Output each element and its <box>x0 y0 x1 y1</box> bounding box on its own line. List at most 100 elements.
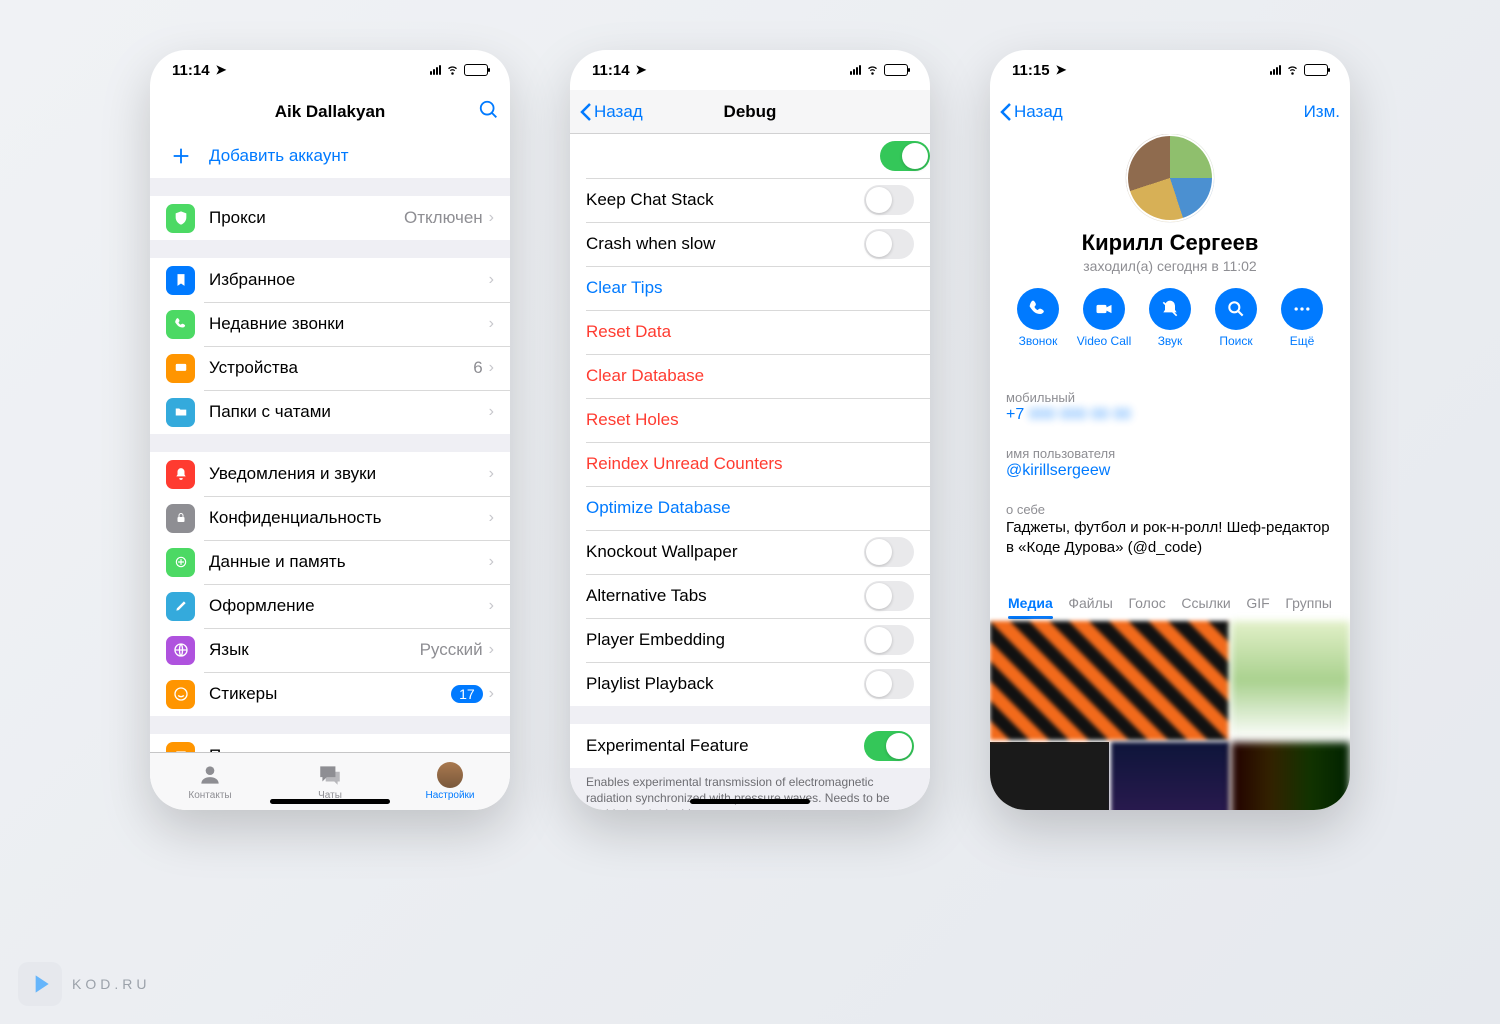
toggle-crash-slow[interactable] <box>864 229 914 259</box>
toggle-knockout[interactable] <box>864 537 914 567</box>
data-row[interactable]: Данные и память › <box>150 540 510 584</box>
privacy-label: Конфиденциальность <box>209 508 489 528</box>
tab-contacts[interactable]: Контакты <box>150 753 270 810</box>
media-thumb[interactable] <box>990 621 1229 740</box>
phone-settings: 11:14 ➤ Aik Dallakyan Добавить аккаунт Пр… <box>150 50 510 810</box>
player-embed-label: Player Embedding <box>586 630 864 650</box>
back-button[interactable]: Назад <box>1000 102 1063 122</box>
toggle-partial[interactable] <box>880 141 930 171</box>
reindex-row[interactable]: Reindex Unread Counters <box>570 442 930 486</box>
media-thumb[interactable] <box>1231 621 1350 740</box>
page-title: Aik Dallakyan <box>150 102 510 122</box>
action-mute-label: Звук <box>1158 334 1183 348</box>
recent-calls-label: Недавние звонки <box>209 314 489 334</box>
status-time: 11:14 <box>172 62 210 79</box>
chat-folders-row[interactable]: Папки с чатами › <box>150 390 510 434</box>
action-more[interactable]: Ещё <box>1272 288 1332 348</box>
media-thumb[interactable] <box>1111 742 1230 810</box>
data-label: Данные и память <box>209 552 489 572</box>
media-thumb[interactable] <box>990 742 1109 810</box>
help-label: Помощь <box>209 746 489 752</box>
clear-tips-label: Clear Tips <box>586 278 914 298</box>
battery-icon <box>884 64 908 76</box>
language-label: Язык <box>209 640 420 660</box>
favorites-row[interactable]: Избранное › <box>150 258 510 302</box>
help-row[interactable]: Помощь › <box>150 734 510 752</box>
reset-holes-row[interactable]: Reset Holes <box>570 398 930 442</box>
playlist-label: Playlist Playback <box>586 674 864 694</box>
proxy-row[interactable]: Прокси Отключен › <box>150 196 510 240</box>
back-label: Назад <box>1014 102 1063 122</box>
stickers-row[interactable]: Стикеры 17 › <box>150 672 510 716</box>
chevron-right-icon: › <box>489 553 494 571</box>
nav-header: Aik Dallakyan <box>150 90 510 134</box>
location-icon: ➤ <box>216 62 227 78</box>
bell-off-icon <box>1149 288 1191 330</box>
seg-media[interactable]: Медиа <box>1008 587 1053 619</box>
bio-value: Гаджеты, футбол и рок-н-ролл! Шеф-редакт… <box>1006 518 1334 557</box>
tab-settings[interactable]: Настройки <box>390 753 510 810</box>
reset-data-row[interactable]: Reset Data <box>570 310 930 354</box>
toggle-playlist[interactable] <box>864 669 914 699</box>
partial-row <box>570 134 930 178</box>
action-call[interactable]: Звонок <box>1008 288 1068 348</box>
add-account-row[interactable]: Добавить аккаунт <box>150 134 510 178</box>
clear-tips-row[interactable]: Clear Tips <box>570 266 930 310</box>
bio-block: о себе Гаджеты, футбол и рок-н-ролл! Шеф… <box>990 490 1350 569</box>
chevron-right-icon: › <box>489 315 494 333</box>
wifi-icon <box>445 61 460 80</box>
seg-groups[interactable]: Группы <box>1285 587 1332 619</box>
chevron-right-icon: › <box>489 509 494 527</box>
clear-db-label: Clear Database <box>586 366 914 386</box>
appearance-label: Оформление <box>209 596 489 616</box>
action-search[interactable]: Поиск <box>1206 288 1266 348</box>
language-value: Русский <box>420 640 483 660</box>
keep-chat-stack-label: Keep Chat Stack <box>586 190 864 210</box>
experimental-label: Experimental Feature <box>586 736 864 756</box>
chevron-right-icon: › <box>489 209 494 227</box>
devices-label: Устройства <box>209 358 473 378</box>
seg-voice[interactable]: Голос <box>1129 587 1166 619</box>
more-icon <box>1281 288 1323 330</box>
avatar[interactable] <box>1126 134 1214 222</box>
watermark-logo-icon <box>18 962 62 1006</box>
nav-header: Назад Debug <box>570 90 930 134</box>
action-search-label: Поиск <box>1219 334 1252 348</box>
devices-row[interactable]: Устройства 6 › <box>150 346 510 390</box>
toggle-experimental[interactable] <box>864 731 914 761</box>
chat-icon <box>166 742 195 753</box>
notifications-row[interactable]: Уведомления и звуки › <box>150 452 510 496</box>
seg-gif[interactable]: GIF <box>1246 587 1269 619</box>
toggle-alt-tabs[interactable] <box>864 581 914 611</box>
username-block[interactable]: имя пользователя @kirillsergeew <box>990 434 1350 480</box>
playlist-row: Playlist Playback <box>570 662 930 706</box>
seg-files[interactable]: Файлы <box>1068 587 1112 619</box>
optimize-row[interactable]: Optimize Database <box>570 486 930 530</box>
appearance-row[interactable]: Оформление › <box>150 584 510 628</box>
username-label: имя пользователя <box>1006 446 1334 461</box>
privacy-row[interactable]: Конфиденциальность › <box>150 496 510 540</box>
action-mute[interactable]: Звук <box>1140 288 1200 348</box>
alt-tabs-row: Alternative Tabs <box>570 574 930 618</box>
toggle-keep-chat-stack[interactable] <box>864 185 914 215</box>
mobile-block[interactable]: мобильный +7 000 000 00 00 <box>990 378 1350 424</box>
stickers-label: Стикеры <box>209 684 451 704</box>
mobile-label: мобильный <box>1006 390 1334 405</box>
edit-button[interactable]: Изм. <box>1304 102 1340 122</box>
seg-links[interactable]: Ссылки <box>1181 587 1230 619</box>
reset-data-label: Reset Data <box>586 322 914 342</box>
back-button[interactable]: Назад <box>580 102 643 122</box>
status-time: 11:15 <box>1012 62 1050 79</box>
recent-calls-row[interactable]: Недавние звонки › <box>150 302 510 346</box>
player-embed-row: Player Embedding <box>570 618 930 662</box>
toggle-player-embed[interactable] <box>864 625 914 655</box>
media-thumb[interactable] <box>1231 742 1350 810</box>
language-row[interactable]: Язык Русский › <box>150 628 510 672</box>
search-button[interactable] <box>478 99 500 126</box>
chat-folders-label: Папки с чатами <box>209 402 489 422</box>
profile-name: Кирилл Сергеев <box>990 230 1350 256</box>
action-video[interactable]: Video Call <box>1074 288 1134 348</box>
clear-db-row[interactable]: Clear Database <box>570 354 930 398</box>
plus-icon <box>166 142 195 171</box>
lock-icon <box>166 504 195 533</box>
